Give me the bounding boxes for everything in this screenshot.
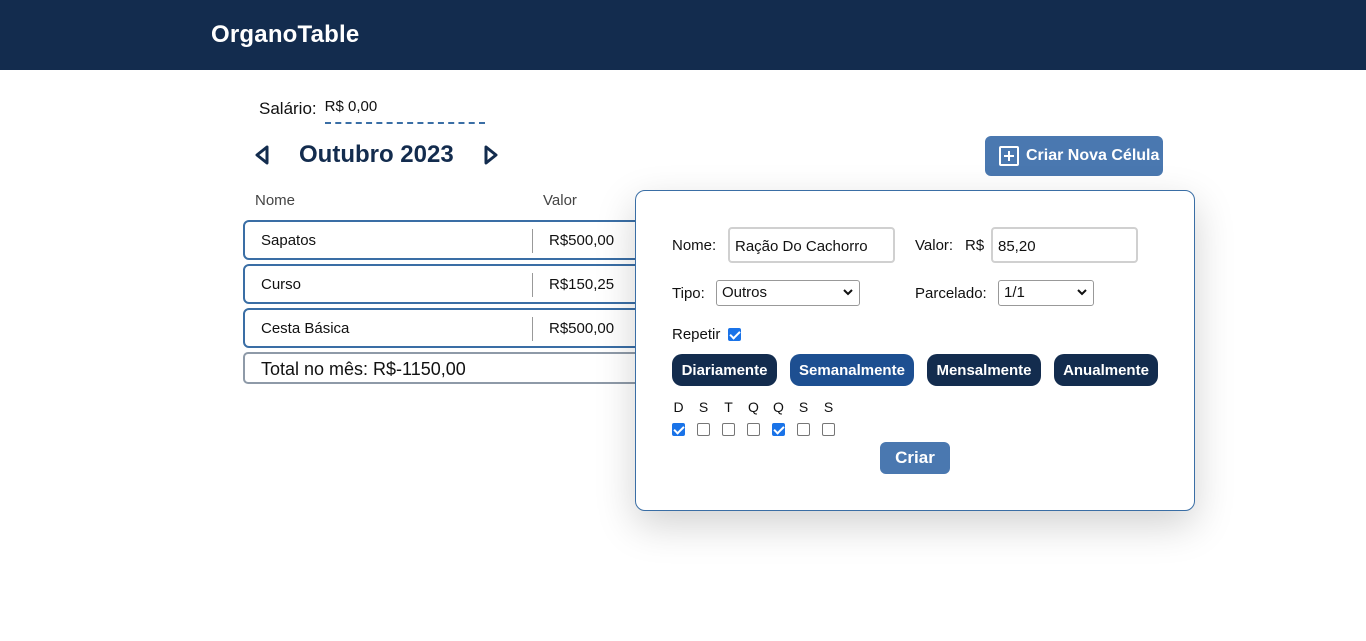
day-checkbox-monday[interactable] (697, 423, 710, 436)
table-row[interactable]: Cesta Básica R$500,00 (243, 308, 673, 348)
salary-label: Salário: (259, 99, 317, 118)
day-checkbox-wednesday[interactable] (747, 423, 760, 436)
day-letter-thursday: Q (773, 399, 784, 415)
frequency-monthly-button[interactable]: Mensalmente (927, 354, 1041, 386)
day-checkbox-friday[interactable] (797, 423, 810, 436)
monthly-total-text: Total no mês: R$-1150,00 (261, 359, 466, 379)
plus-square-icon (999, 146, 1019, 166)
column-header-name: Nome (255, 192, 296, 209)
day-letter-friday: S (798, 399, 809, 415)
salary-input[interactable]: R$ 0,00 (324, 96, 485, 124)
table-row[interactable]: Curso R$150,25 (243, 264, 673, 304)
next-month-button[interactable] (481, 144, 501, 166)
new-cell-button-label: Criar Nova Célula (1026, 147, 1160, 164)
create-button[interactable]: Criar (880, 442, 950, 474)
row-divider (532, 273, 533, 297)
value-label: Valor: (915, 237, 954, 254)
currency-label: R$ (965, 237, 985, 254)
new-cell-button[interactable]: Criar Nova Célula (985, 136, 1163, 176)
frequency-yearly-button[interactable]: Anualmente (1054, 354, 1158, 386)
month-title: Outubro 2023 (299, 141, 454, 168)
frequency-daily-button[interactable]: Diariamente (672, 354, 777, 386)
value-input[interactable]: 85,20 (991, 227, 1138, 263)
row-value: R$150,25 (549, 276, 615, 293)
installment-select[interactable]: 1/1 (998, 280, 1094, 306)
day-letter-saturday: S (823, 399, 834, 415)
type-label: Tipo: (672, 285, 705, 302)
frequency-weekly-button[interactable]: Semanalmente (790, 354, 914, 386)
day-letter-monday: S (698, 399, 709, 415)
chevron-down-icon (1077, 289, 1087, 296)
type-select-value: Outros (722, 284, 768, 301)
row-value: R$500,00 (549, 320, 615, 337)
day-checkbox-saturday[interactable] (822, 423, 835, 436)
chevron-down-icon (843, 289, 853, 296)
day-checkbox-thursday[interactable] (772, 423, 785, 436)
day-letter-sunday: D (673, 399, 684, 415)
new-cell-modal: Nome: Ração Do Cachorro Valor: R$ 85,20 … (635, 190, 1195, 511)
name-label: Nome: (672, 237, 717, 254)
installment-label: Parcelado: (915, 285, 987, 302)
app-header: OrganoTable (0, 0, 1366, 70)
row-name: Sapatos (261, 232, 317, 249)
monthly-total: Total no mês: R$-1150,00 (243, 352, 673, 384)
column-header-value: Valor (543, 192, 577, 209)
row-name: Cesta Básica (261, 320, 350, 337)
month-navigation: Outubro 2023 (252, 138, 501, 172)
row-divider (532, 229, 533, 253)
salary-section: Salário: R$ 0,00 (259, 96, 485, 124)
triangle-left-icon (255, 145, 269, 165)
name-input[interactable]: Ração Do Cachorro (728, 227, 895, 263)
day-checkbox-sunday[interactable] (672, 423, 685, 436)
row-name: Curso (261, 276, 302, 293)
day-letter-wednesday: Q (748, 399, 759, 415)
day-letter-tuesday: T (724, 399, 733, 415)
row-divider (532, 317, 533, 341)
day-checkbox-tuesday[interactable] (722, 423, 735, 436)
type-select[interactable]: Outros (716, 280, 860, 306)
previous-month-button[interactable] (252, 144, 272, 166)
table-row[interactable]: Sapatos R$500,00 (243, 220, 673, 260)
repeat-label: Repetir (672, 326, 721, 343)
app-brand: OrganoTable (211, 21, 360, 48)
repeat-checkbox[interactable] (728, 328, 741, 341)
triangle-right-icon (484, 145, 498, 165)
row-value: R$500,00 (549, 232, 615, 249)
installment-select-value: 1/1 (1004, 284, 1025, 301)
